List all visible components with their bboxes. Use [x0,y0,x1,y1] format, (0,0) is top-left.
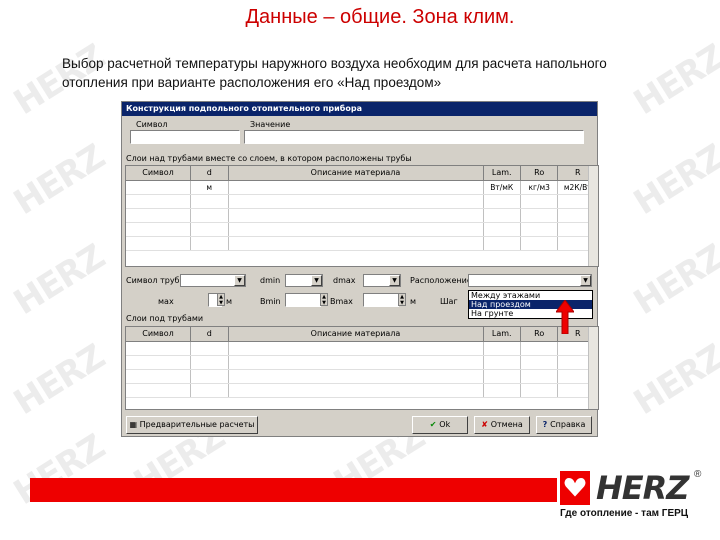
table-row[interactable] [126,194,598,209]
layers-below-grid[interactable]: Символ d Описание материала Lam. Ro R [125,326,599,410]
table-row[interactable] [126,383,598,398]
bmax-spinner[interactable]: ▲ ▼ [398,293,406,306]
dmax-label: dmax [333,276,356,285]
vertical-scrollbar[interactable] [588,166,598,266]
preliminary-calc-label: Предварительные расчеты [139,420,255,429]
construction-dialog: Конструкция подпольного отопительного пр… [121,101,599,437]
col-symbol[interactable]: Символ [126,166,192,181]
ok-button[interactable]: ✔ Ok [412,416,468,434]
max-spinner[interactable]: ▲ ▼ [217,293,225,306]
footer-red-bar [30,478,557,502]
grid-header-row: Символ d Описание материала Lam. Ro R [126,327,598,342]
m-unit: м [226,297,233,306]
green-check-icon: ✔ [429,420,440,429]
unit-cell: м [190,180,229,195]
slide-description: Выбор расчетной температуры наружного во… [62,56,607,90]
pipe-symbol-label: Символ труб [126,276,180,285]
col-lam[interactable]: Lam. [483,166,521,181]
unit-cell [126,180,192,195]
bmin-label: Bmin [260,297,281,306]
col-ro[interactable]: Ro [520,166,559,181]
layers-above-label: Слои над трубами вместе со слоем, в кото… [126,154,412,163]
cancel-button[interactable]: ✘ Отмена [474,416,530,434]
table-row[interactable] [126,208,598,223]
m-unit: м [410,297,417,306]
tagline: Где отопление - там ГЕРЦ [560,508,689,519]
dmin-combo[interactable]: ▼ [285,274,323,287]
col-material[interactable]: Описание материала [228,327,484,342]
cancel-label: Отмена [490,420,523,429]
question-icon: ? [542,420,551,429]
help-label: Справка [550,420,586,429]
preliminary-calc-button[interactable]: ▦ Предварительные расчеты [126,416,258,434]
herz-logo: HERZ ® [560,469,710,507]
unit-cell: Вт/мК [483,180,521,195]
location-combo[interactable]: ▼ [468,274,592,287]
chevron-down-icon[interactable]: ▼ [311,275,322,286]
pipe-symbol-combo[interactable]: ▼ [180,274,246,287]
logo-text: HERZ [596,469,689,507]
slide-title: Данные – общие. Зона клим. [245,6,515,28]
unit-cell: кг/м3 [520,180,559,195]
col-lam[interactable]: Lam. [483,327,521,342]
ok-label: Ok [439,420,451,429]
col-d[interactable]: d [190,327,229,342]
chevron-down-icon[interactable]: ▼ [389,275,400,286]
red-x-icon: ✘ [481,420,491,429]
unit-cell [228,180,484,195]
layers-above-grid[interactable]: Символ d Описание материала Lam. Ro R м … [125,165,599,267]
col-material[interactable]: Описание материала [228,166,484,181]
grid-header-row: Символ d Описание материала Lam. Ro R [126,166,598,181]
calculator-icon: ▦ [129,420,140,429]
table-row[interactable] [126,341,598,356]
location-label: Расположение [410,276,472,285]
col-d[interactable]: d [190,166,229,181]
chevron-down-icon[interactable]: ▼ [580,275,591,286]
dmin-label: dmin [260,276,281,285]
pitch-label: Шаг [440,297,458,306]
unit-row: м Вт/мК кг/м3 м2К/Вт [126,180,598,195]
bmax-input[interactable] [363,293,399,307]
symbol-input[interactable] [130,130,240,144]
max-label: мах [158,297,174,306]
bmax-label: Bmax [330,297,353,306]
registered-mark: ® [694,469,702,480]
chevron-down-icon[interactable]: ▼ [234,275,245,286]
dmax-combo[interactable]: ▼ [363,274,401,287]
table-row[interactable] [126,369,598,384]
red-up-arrow-icon [556,300,574,334]
symbol-label: Символ [136,120,168,129]
location-option[interactable]: Между этажами [469,291,592,300]
bmin-spinner[interactable]: ▲ ▼ [320,293,328,306]
dialog-titlebar[interactable]: Конструкция подпольного отопительного пр… [122,102,597,116]
vertical-scrollbar[interactable] [588,327,598,409]
name-input[interactable] [244,130,584,144]
name-label: Значение [250,120,291,129]
layers-below-label: Слои под трубами [126,314,204,323]
col-ro[interactable]: Ro [520,327,559,342]
table-row[interactable] [126,355,598,370]
table-row[interactable] [126,236,598,251]
help-button[interactable]: ? Справка [536,416,592,434]
col-symbol[interactable]: Символ [126,327,192,342]
location-dropdown-list[interactable]: Между этажами Над проездом На грунте [468,290,593,319]
bmin-input[interactable] [285,293,321,307]
table-row[interactable] [126,222,598,237]
